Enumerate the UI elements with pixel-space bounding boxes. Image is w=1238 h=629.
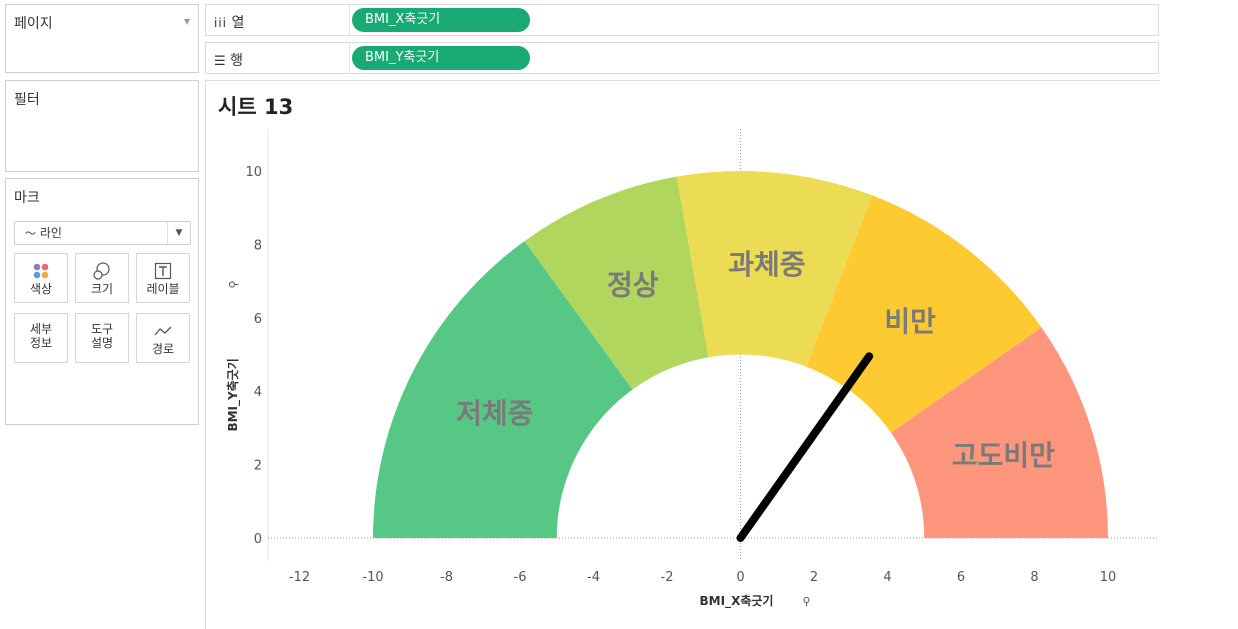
y-tick-label: 2 xyxy=(254,459,262,474)
segment-label-obese: 비만 xyxy=(884,305,936,338)
worksheet-area: 시트 13 저체중 정상 과체중 비만 고도비만 -12 -10 -8 -6 -4 -2 0 2 4 6 8 1… xyxy=(205,80,1160,629)
y-tick-label: 0 xyxy=(254,532,262,547)
x-axis-pin-icon: ⚲ xyxy=(803,595,811,608)
path-button[interactable]: 경로 xyxy=(136,313,190,363)
path-label: 경로 xyxy=(151,342,175,356)
y-axis-pin-icon: ⚲ xyxy=(227,280,240,288)
x-tick-label: 6 xyxy=(957,570,965,585)
columns-shelf[interactable]: iii 열 BMI_X축긋기 xyxy=(205,4,1159,36)
segment-label-normal: 정상 xyxy=(607,269,659,302)
y-tick-label: 10 xyxy=(245,165,262,180)
y-tick-label: 4 xyxy=(254,385,262,400)
marks-title: 마크 xyxy=(14,190,40,206)
x-tick-label: -2 xyxy=(661,570,674,585)
x-tick-label: 4 xyxy=(883,570,891,585)
tooltip-label-line1: 도구 xyxy=(90,322,114,336)
x-tick-label: 0 xyxy=(736,570,744,585)
label-button[interactable]: 레이블 xyxy=(136,253,190,303)
label-label: 레이블 xyxy=(146,282,180,296)
rows-shelf[interactable]: ☰ 행 BMI_Y축긋기 xyxy=(205,42,1159,74)
x-tick-label: 2 xyxy=(810,570,818,585)
color-label: 색상 xyxy=(29,282,53,296)
chevron-down-icon[interactable]: ▼ xyxy=(167,222,190,244)
y-tick-label: 8 xyxy=(254,238,262,253)
color-button[interactable]: 색상 xyxy=(14,253,68,303)
pages-title: 페이지 xyxy=(14,16,53,32)
filters-title: 필터 xyxy=(14,92,40,108)
x-axis-title: BMI_X축긋기 xyxy=(700,593,774,609)
rows-icon: ☰ xyxy=(214,54,226,69)
color-dots-icon xyxy=(15,260,67,282)
segment-label-overweight: 과체중 xyxy=(728,248,805,281)
gauge-needle xyxy=(736,352,874,542)
x-tick-label: 10 xyxy=(1100,570,1117,585)
filters-panel[interactable]: 필터 xyxy=(5,80,199,172)
text-label-icon xyxy=(137,260,189,282)
y-axis-title: BMI_Y축긋기 xyxy=(225,358,241,431)
pages-dropdown-icon[interactable]: ▼ xyxy=(184,17,190,26)
mark-type-value: 라인 xyxy=(39,226,62,240)
x-tick-label: -8 xyxy=(440,570,453,585)
path-icon xyxy=(137,320,189,342)
segment-label-severe_obese: 고도비만 xyxy=(952,439,1055,472)
size-label: 크기 xyxy=(90,282,114,296)
y-tick-label: 6 xyxy=(254,312,262,327)
tooltip-button[interactable]: 도구 설명 xyxy=(75,313,129,363)
x-tick-label: -10 xyxy=(362,570,383,585)
size-icon xyxy=(76,260,128,282)
x-tick-label: -12 xyxy=(289,570,310,585)
x-tick-label: 8 xyxy=(1030,570,1038,585)
detail-label-line2: 정보 xyxy=(29,336,53,350)
detail-label-line1: 세부 xyxy=(29,322,53,336)
x-tick-label: -4 xyxy=(587,570,600,585)
columns-shelf-label: iii 열 xyxy=(214,15,245,31)
size-button[interactable]: 크기 xyxy=(75,253,129,303)
tooltip-label-line2: 설명 xyxy=(90,336,114,350)
columns-icon: iii xyxy=(214,16,228,30)
columns-pill[interactable]: BMI_X축긋기 xyxy=(352,8,530,32)
rows-shelf-label: ☰ 행 xyxy=(214,53,243,69)
segment-label-underweight: 저체중 xyxy=(456,397,533,430)
detail-button[interactable]: 세부 정보 xyxy=(14,313,68,363)
pages-panel[interactable]: 페이지 ▼ xyxy=(5,4,199,73)
x-tick-label: -6 xyxy=(514,570,527,585)
marks-panel: 마크 〜 라인 ▼ 색상 크기 레이블 세부 정보 도구 설명 경로 xyxy=(5,178,199,425)
gauge-chart[interactable]: 저체중 정상 과체중비만고도비만 -12 -10 -8 -6 -4 -2 0 2 4 6 8 10 0 2 4 6 8… xyxy=(206,81,1159,628)
line-mark-icon: 〜 xyxy=(25,227,36,240)
rows-pill[interactable]: BMI_Y축긋기 xyxy=(352,46,530,70)
mark-type-dropdown[interactable]: 〜 라인 ▼ xyxy=(14,221,191,245)
